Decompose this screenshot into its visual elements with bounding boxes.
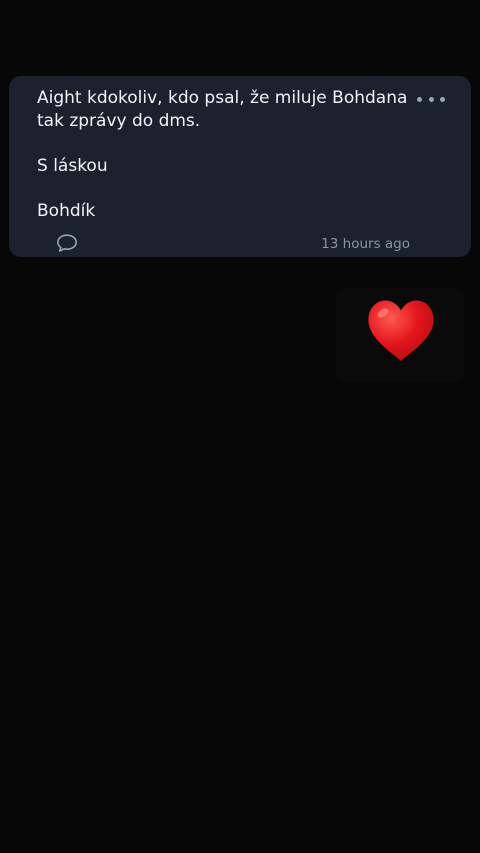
screen: Aight kdokoliv, kdo psal, že miluje Bohd… bbox=[0, 0, 480, 853]
more-horizontal-icon bbox=[428, 96, 434, 102]
post-paragraph: Aight kdokoliv, kdo psal, že miluje Bohd… bbox=[37, 87, 407, 132]
post-text-line: Aight kdokoliv, kdo psal, že miluje Bohd… bbox=[37, 88, 408, 108]
post-timestamp: 13 hours ago bbox=[321, 236, 410, 252]
comment-bubble-icon bbox=[57, 234, 77, 252]
post-text-line: Bohdík bbox=[37, 200, 96, 221]
comment-button[interactable] bbox=[55, 233, 79, 253]
more-horizontal-icon bbox=[440, 96, 445, 102]
post-body: Aight kdokoliv, kdo psal, že miluje Bohd… bbox=[37, 87, 407, 222]
post-text-line: tak zprávy do dms. bbox=[37, 110, 201, 131]
post-card[interactable]: Aight kdokoliv, kdo psal, že miluje Bohd… bbox=[9, 76, 471, 257]
more-horizontal-icon bbox=[417, 96, 422, 102]
post-paragraph: S láskou bbox=[37, 155, 407, 178]
post-text-line: S láskou bbox=[37, 155, 108, 176]
red-heart-icon bbox=[368, 300, 434, 361]
more-options-button[interactable] bbox=[417, 92, 445, 106]
heart-sticker[interactable] bbox=[336, 288, 464, 382]
post-paragraph: Bohdík bbox=[37, 200, 407, 223]
